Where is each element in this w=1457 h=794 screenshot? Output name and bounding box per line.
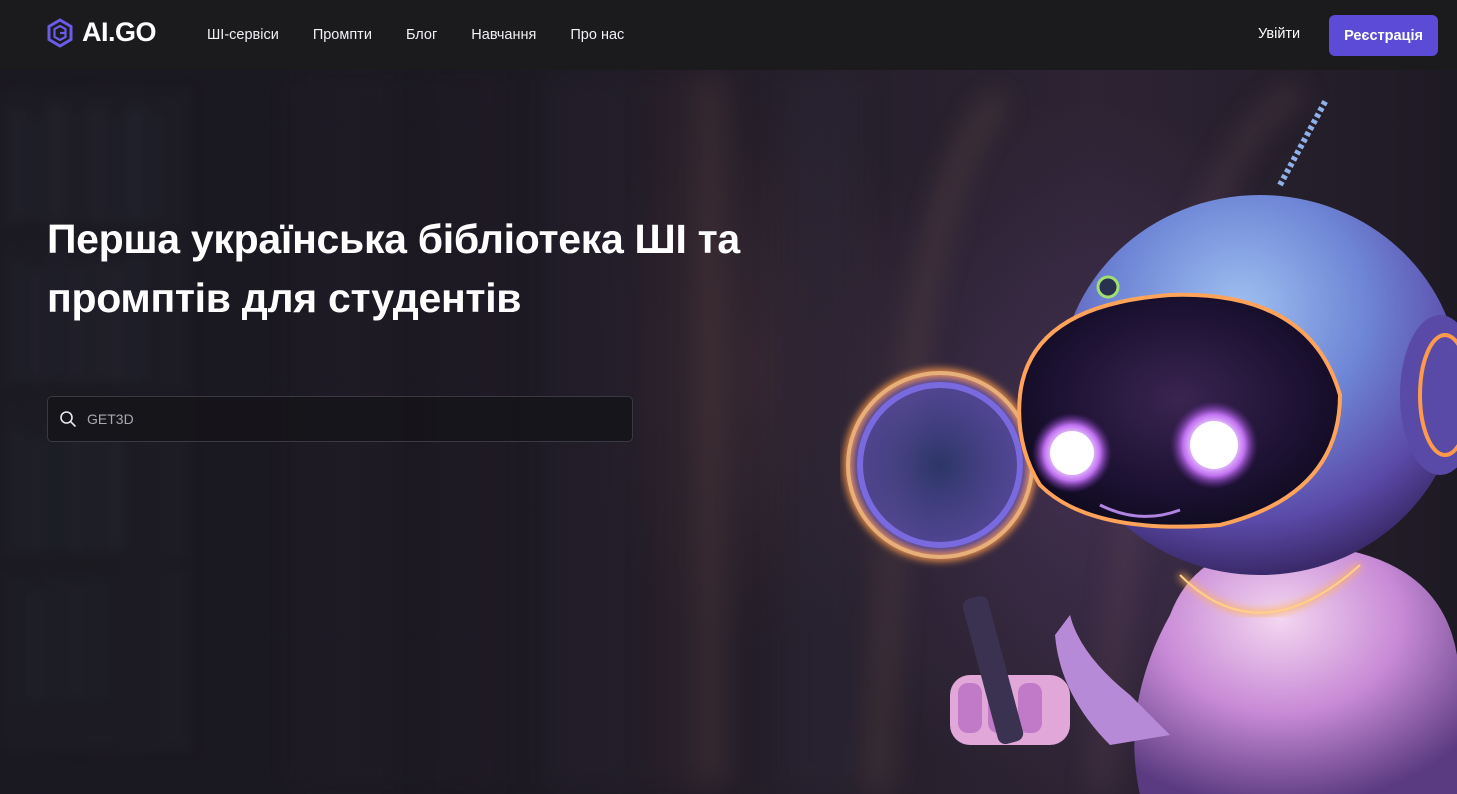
nav-link-blog[interactable]: Блог xyxy=(406,27,437,43)
top-navigation-bar: AI.GO ШІ-сервіси Промпти Блог Навчання П… xyxy=(0,0,1457,70)
signup-button[interactable]: Реєстрація xyxy=(1329,15,1438,56)
brand-name: AI.GO xyxy=(82,17,157,47)
hero-section: Перша українська бібліотека ШІ та промпт… xyxy=(0,70,1457,794)
nav-link-learning[interactable]: Навчання xyxy=(471,27,536,43)
search-icon xyxy=(48,410,87,428)
brand-logo[interactable]: AI.GO xyxy=(46,17,157,48)
hexagon-logo-icon xyxy=(46,17,74,48)
search-bar[interactable] xyxy=(47,396,633,442)
nav-link-ai-services[interactable]: ШІ-сервіси xyxy=(207,27,279,43)
hero-title: Перша українська бібліотека ШІ та промпт… xyxy=(47,216,740,321)
nav-link-about[interactable]: Про нас xyxy=(570,27,624,43)
main-nav: ШІ-сервіси Промпти Блог Навчання Про нас xyxy=(207,0,624,70)
nav-link-prompts[interactable]: Промпти xyxy=(313,27,372,43)
robot-with-magnifier-illustration xyxy=(844,98,1457,794)
login-link[interactable]: Увійти xyxy=(1258,26,1300,42)
search-input[interactable] xyxy=(87,411,632,427)
